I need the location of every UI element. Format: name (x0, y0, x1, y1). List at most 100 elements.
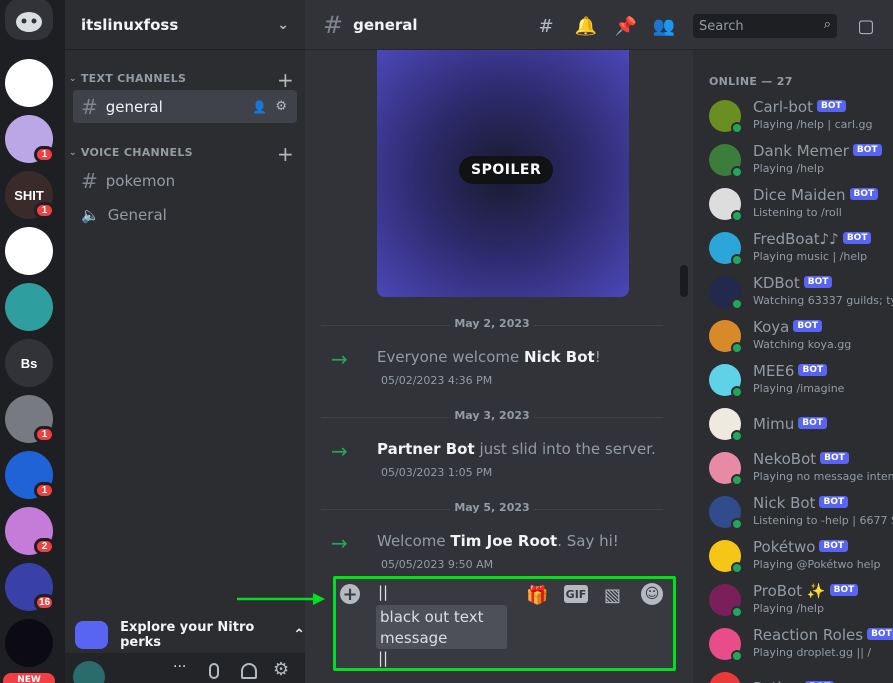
member-item[interactable]: MEE6 BOT Playing /imagine (709, 360, 893, 404)
bell-icon[interactable]: 🔔 (575, 15, 597, 37)
channel-general[interactable]: # general 👤 ⚙ (73, 90, 297, 123)
system-message: Welcome Tim Joe Root. Say hi! (377, 532, 619, 550)
online-status-dot (731, 166, 743, 178)
pin-icon[interactable]: 📌 (615, 15, 637, 37)
member-activity: Playing /imagine (753, 382, 845, 395)
speaker-icon: 🔈 (81, 205, 100, 224)
category-text-channels[interactable]: ⌄ TEXT CHANNELS + (69, 68, 294, 92)
username-link[interactable]: Nick Bot (524, 348, 595, 366)
member-list: ONLINE — 27 Carl-bot BOT Playing /help | c… (693, 50, 893, 683)
member-name-row: Dice Maiden BOT (753, 186, 879, 204)
member-item[interactable]: Pokétwo BOT Playing @Pokétwo help (709, 536, 893, 580)
headphones-icon[interactable] (241, 663, 257, 679)
chevron-up-icon[interactable]: ⌃ (293, 627, 305, 643)
server-icon[interactable] (5, 619, 53, 667)
nitro-bot-icon (75, 621, 109, 649)
member-name: Nick Bot (753, 494, 816, 512)
channel-topbar: # general # 🔔 📌 👥 Search ⌕ ▢ (305, 0, 893, 50)
discord-app: 1 SHIT 1 Bs 1 1 2 16 NEW itslinuxfoss ⌄ ⌄ TEXT C… (0, 0, 893, 683)
invite-member-icon[interactable]: 👤 (252, 100, 267, 114)
member-item[interactable]: RythmBOT (709, 668, 893, 683)
bot-tag: BOT (798, 416, 827, 429)
member-item[interactable]: KDBot BOT Watching 63337 guilds; typ (709, 272, 893, 316)
online-status-dot (731, 474, 743, 486)
join-arrow-icon: → (331, 439, 348, 463)
create-channel-plus-icon[interactable]: + (277, 68, 294, 92)
server-rail: 1 SHIT 1 Bs 1 1 2 16 NEW (0, 0, 65, 683)
member-name: MEE6 (753, 362, 795, 380)
server-initials: Bs (20, 355, 38, 371)
nitro-perks-banner[interactable]: Explore your Nitro perks ⌃ (65, 617, 305, 653)
server-icon[interactable] (5, 283, 53, 331)
gift-icon[interactable]: 🎁 (526, 585, 548, 606)
sticker-icon[interactable]: ▧ (604, 585, 621, 606)
member-activity: Playing /help (753, 162, 824, 175)
gear-icon[interactable]: ⚙ (275, 99, 287, 114)
scrollbar-thumb[interactable] (680, 265, 688, 297)
message-composer[interactable]: + || black out text message || 🎁 GIF ▧ ☺ (333, 576, 676, 671)
gif-button[interactable]: GIF (564, 585, 588, 603)
member-name-row: Pokétwo BOT (753, 538, 849, 556)
microphone-icon[interactable] (209, 663, 219, 679)
message-timestamp: 05/05/2023 9:50 AM (381, 558, 494, 571)
bot-tag: BOT (798, 363, 828, 376)
channel-voice-general[interactable]: 🔈 General (73, 198, 297, 231)
member-item[interactable]: ProBot ✨ BOT Playing /help (709, 580, 893, 624)
avatar[interactable] (73, 661, 105, 683)
threads-icon[interactable]: # (535, 15, 557, 37)
category-voice-channels[interactable]: ⌄ VOICE CHANNELS + (69, 142, 294, 166)
member-name: Mimu (753, 415, 795, 433)
online-status-dot (731, 254, 743, 266)
member-name: ProBot ✨ (753, 582, 826, 600)
bot-tag: BOT (842, 231, 872, 244)
search-icon: ⌕ (823, 17, 831, 32)
member-item[interactable]: Dice Maiden BOT Listening to /roll (709, 184, 893, 228)
message-text: just slid into the server. (474, 440, 656, 458)
online-status-dot (731, 606, 743, 618)
server-initials (5, 619, 53, 667)
server-icon[interactable]: Bs (5, 339, 53, 387)
member-item[interactable]: Carl-bot BOT Playing /help | carl.gg (709, 96, 893, 140)
channel-label: general (105, 97, 163, 116)
server-header[interactable]: itslinuxfoss ⌄ (65, 0, 305, 50)
join-arrow-icon: → (331, 347, 348, 371)
home-button[interactable] (5, 0, 53, 40)
member-item[interactable]: Koya BOT Watching koya.gg (709, 316, 893, 360)
username-link[interactable]: Partner Bot (377, 440, 475, 458)
member-list-icon[interactable]: 👥 (653, 15, 675, 37)
date-divider: May 5, 2023 (321, 501, 663, 514)
hashtag-icon: # (81, 168, 98, 193)
member-item[interactable]: Nick Bot BOT Listening to -help | 6677 Se (709, 492, 893, 536)
spoiler-marker: || (378, 583, 389, 601)
bot-tag: BOT (867, 627, 893, 640)
channel-pokemon[interactable]: # pokemon (73, 164, 297, 197)
member-activity: Playing /help | carl.gg (753, 118, 873, 131)
gear-icon[interactable]: ⚙ (273, 659, 289, 680)
server-icon[interactable] (5, 59, 53, 107)
more-icon[interactable]: ··· (173, 659, 186, 675)
create-channel-plus-icon[interactable]: + (277, 142, 294, 166)
emoji-icon[interactable]: ☺ (641, 583, 663, 605)
member-name: Pokétwo (753, 538, 816, 556)
search-input[interactable]: Search ⌕ (693, 14, 837, 38)
member-item[interactable]: Dank Memer BOT Playing /help (709, 140, 893, 184)
online-header: ONLINE — 27 (709, 75, 793, 88)
message-text: . Say hi! (557, 532, 619, 550)
member-item[interactable]: Reaction Roles BOT Playing droplet.gg || / (709, 624, 893, 668)
member-item[interactable]: NekoBot BOT Playing no message intent s (709, 448, 893, 492)
spoiler-image[interactable]: SPOILER (377, 50, 629, 297)
inbox-icon[interactable]: ▢ (855, 15, 877, 37)
member-name: KDBot (753, 274, 800, 292)
server-icon[interactable] (5, 227, 53, 275)
server-initials (5, 59, 53, 107)
member-name-row: KDBot BOT (753, 274, 833, 292)
member-item[interactable]: Mimu BOT (709, 404, 893, 448)
member-name: NekoBot (753, 450, 817, 468)
member-item[interactable]: FredBoat♪♪ BOT Playing music | /help (709, 228, 893, 272)
online-status-dot (731, 650, 743, 662)
username-link[interactable]: Tim Joe Root (450, 532, 557, 550)
annotation-arrow-icon (237, 593, 325, 605)
online-status-dot (731, 518, 743, 530)
user-panel: ··· ⚙ (65, 653, 305, 683)
plus-icon[interactable]: + (340, 584, 360, 605)
